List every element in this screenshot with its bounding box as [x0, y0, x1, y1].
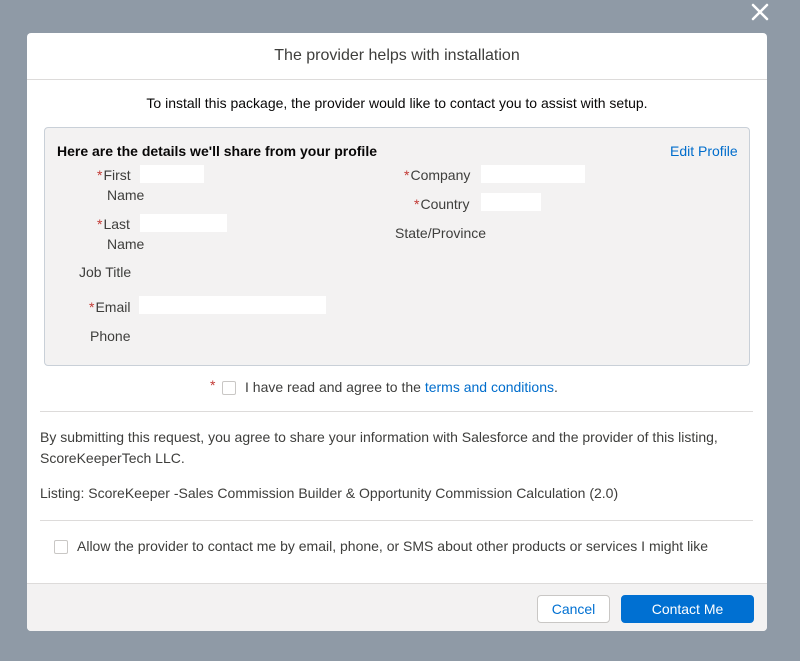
company-label: *Company [404, 167, 471, 183]
divider [40, 520, 753, 521]
country-label: *Country [414, 196, 470, 212]
job-title-label: Job Title [79, 264, 132, 280]
intro-text: To install this package, the provider wo… [146, 95, 648, 111]
terms-checkbox[interactable] [222, 381, 236, 395]
company-value [481, 165, 585, 183]
install-help-modal: The provider helps with installation To … [27, 33, 767, 631]
last-name-label: *Last [97, 216, 130, 232]
cancel-button[interactable]: Cancel [537, 595, 610, 623]
required-marker: * [97, 216, 103, 232]
terms-link[interactable]: terms and conditions [425, 379, 554, 395]
listing-text: Listing: ScoreKeeper -Sales Commission B… [40, 485, 619, 501]
last-name-label-line2: Name [107, 236, 145, 252]
email-value [139, 296, 326, 314]
edit-profile-link[interactable]: Edit Profile [670, 143, 738, 159]
divider [40, 411, 753, 412]
email-label: *Email [89, 299, 131, 315]
state-province-label: State/Province [395, 225, 487, 241]
country-value [481, 193, 541, 211]
profile-details-panel: Here are the details we'll share from yo… [44, 127, 750, 366]
profile-heading: Here are the details we'll share from yo… [57, 143, 377, 159]
first-name-value [140, 165, 204, 183]
required-marker: * [414, 196, 420, 212]
modal-title: The provider helps with installation [274, 47, 520, 64]
terms-label: I have read and agree to the terms and c… [245, 379, 558, 395]
required-marker: * [210, 377, 216, 393]
contact-optin-row: Allow the provider to contact me by emai… [27, 535, 767, 557]
contact-me-button[interactable]: Contact Me [621, 595, 754, 623]
modal-header: The provider helps with installation [27, 33, 767, 80]
contact-optin-label: Allow the provider to contact me by emai… [77, 538, 709, 554]
disclaimer-text: By submitting this request, you agree to… [40, 429, 718, 466]
last-name-value [140, 214, 227, 232]
modal-footer: Cancel Contact Me [27, 583, 767, 631]
required-marker: * [89, 299, 95, 315]
contact-optin-checkbox[interactable] [54, 540, 68, 554]
close-icon[interactable] [748, 0, 772, 24]
first-name-label: *First [97, 167, 131, 183]
first-name-label-line2: Name [107, 187, 145, 203]
terms-agreement-row: * I have read and agree to the terms and… [27, 377, 767, 399]
phone-label: Phone [90, 328, 131, 344]
required-marker: * [404, 167, 410, 183]
required-marker: * [97, 167, 103, 183]
